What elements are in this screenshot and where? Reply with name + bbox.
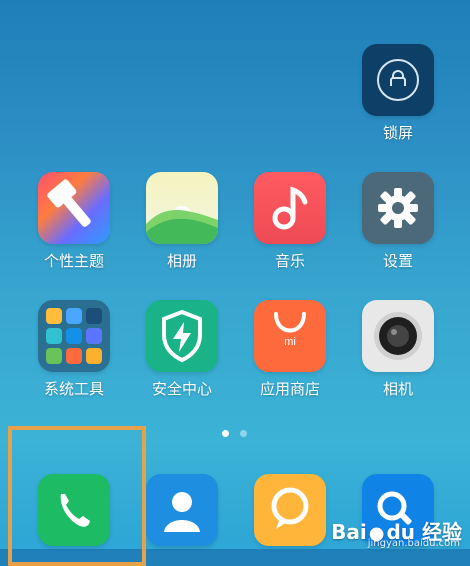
app-label: 个性主题 (43, 252, 104, 270)
mini-app-icon (66, 308, 82, 324)
mini-app-icon (86, 348, 102, 364)
app-gallery[interactable]: 相册 (146, 172, 218, 270)
mini-app-icon (66, 348, 82, 364)
app-label: 相机 (382, 380, 413, 398)
gallery-icon (146, 172, 218, 244)
paint-brush-icon (38, 172, 110, 244)
highlight-frame (8, 426, 146, 566)
page-dot (240, 430, 247, 437)
dock-contacts[interactable] (146, 474, 218, 546)
app-label: 应用商店 (259, 380, 320, 398)
app-lock-screen[interactable]: 锁屏 (362, 44, 434, 142)
app-label: 设置 (382, 252, 413, 270)
baidu-watermark: Bai ● du 经验 jingyan.baidu.com (331, 516, 462, 549)
shield-bolt-icon (146, 300, 218, 372)
mini-app-icon (66, 328, 82, 344)
app-system-tools[interactable]: 系统工具 (38, 300, 110, 398)
chat-bubble-icon (254, 474, 326, 546)
store-logo-text: mi (284, 336, 296, 348)
lock-icon (390, 70, 406, 86)
app-label: 安全中心 (151, 380, 212, 398)
app-security-center[interactable]: 安全中心 (146, 300, 218, 398)
shopping-bag-icon: mi (254, 300, 326, 372)
person-icon (146, 474, 218, 546)
mini-app-icon (46, 328, 62, 344)
music-note-icon (254, 172, 326, 244)
mini-app-icon (86, 328, 102, 344)
app-themes[interactable]: 个性主题 (38, 172, 110, 270)
app-label: 系统工具 (43, 380, 104, 398)
app-label: 锁屏 (382, 124, 413, 142)
mini-app-icon (46, 348, 62, 364)
mini-app-icon (46, 308, 62, 324)
mini-app-icon (86, 308, 102, 324)
app-store[interactable]: mi 应用商店 (254, 300, 326, 398)
app-label: 音乐 (274, 252, 305, 270)
app-label: 相册 (166, 252, 197, 270)
folder-icon (38, 300, 110, 372)
watermark-brand: Bai (331, 520, 367, 544)
app-settings[interactable]: 设置 (362, 172, 434, 270)
app-music[interactable]: 音乐 (254, 172, 326, 270)
camera-lens-icon (362, 300, 434, 372)
watermark-url: jingyan.baidu.com (367, 538, 460, 549)
dock-messages[interactable] (254, 474, 326, 546)
app-camera[interactable]: 相机 (362, 300, 434, 398)
page-dot-active (222, 430, 229, 437)
gear-icon (362, 172, 434, 244)
lock-screen-app-icon (362, 44, 434, 116)
